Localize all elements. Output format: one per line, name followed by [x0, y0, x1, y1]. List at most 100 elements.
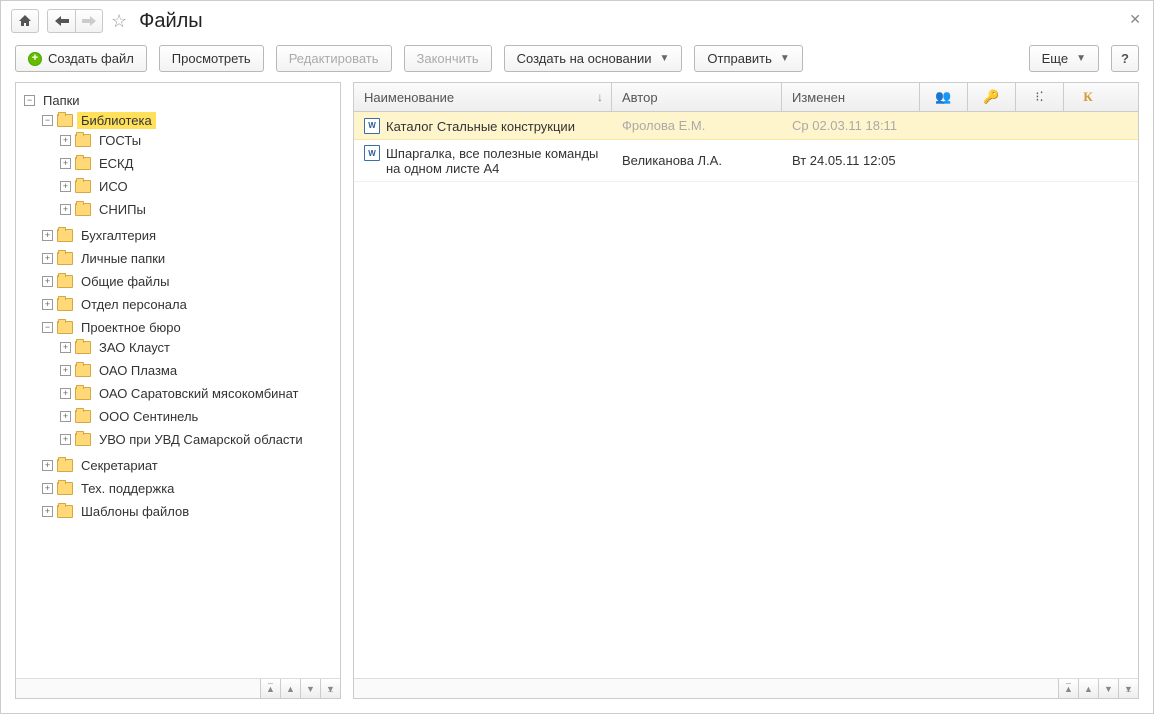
create-file-button[interactable]: + Создать файл	[15, 45, 147, 72]
col-users[interactable]: 👥	[920, 83, 968, 111]
col-author-label: Автор	[622, 90, 658, 105]
tree-item-tech[interactable]: + Тех. поддержка	[42, 480, 336, 497]
view-button[interactable]: Просмотреть	[159, 45, 264, 72]
collapse-icon[interactable]: −	[42, 115, 53, 126]
tree-item-project[interactable]: − Проектное бюро	[42, 319, 336, 336]
tree-footer: ▲─ ▲ ▼ ▼─	[16, 678, 340, 698]
folder-icon	[75, 203, 91, 216]
scroll-bottom-icon[interactable]: ▼─	[1118, 679, 1138, 698]
help-label: ?	[1121, 51, 1129, 66]
scroll-bottom-icon[interactable]: ▼─	[320, 679, 340, 698]
arrow-left-icon	[55, 16, 69, 26]
tree-item-accounting[interactable]: + Бухгалтерия	[42, 227, 336, 244]
col-signed[interactable]: 🔑	[968, 83, 1016, 111]
create-based-on-button[interactable]: Создать на основании ▼	[504, 45, 683, 72]
expand-icon[interactable]: +	[42, 506, 53, 517]
tree-item-eskd[interactable]: + ЕСКД	[60, 155, 336, 172]
tree-item-templates[interactable]: + Шаблоны файлов	[42, 503, 336, 520]
tree-item-gosty[interactable]: + ГОСТы	[60, 132, 336, 149]
file-modified: Ср 02.03.11 18:11	[782, 113, 920, 138]
tree-item-library[interactable]: − Библиотека	[42, 112, 336, 129]
folder-icon	[75, 134, 91, 147]
table-row[interactable]: W Каталог Стальные конструкции Фролова Е…	[354, 112, 1138, 140]
view-label: Просмотреть	[172, 51, 251, 66]
expand-icon[interactable]: +	[60, 411, 71, 422]
edit-button[interactable]: Редактировать	[276, 45, 392, 72]
expand-icon[interactable]: +	[42, 253, 53, 264]
tree-label: Шаблоны файлов	[77, 503, 193, 520]
content-area: − Папки − Библиотека	[1, 82, 1153, 713]
folder-icon	[75, 341, 91, 354]
tree-label: Личные папки	[77, 250, 169, 267]
edit-label: Редактировать	[289, 51, 379, 66]
tree-item-snipy[interactable]: + СНИПы	[60, 201, 336, 218]
users-icon: 👥	[935, 89, 951, 105]
plus-icon: +	[28, 52, 42, 66]
tree-item-oao-sar[interactable]: + ОАО Саратовский мясокомбинат	[60, 385, 336, 402]
col-tree[interactable]: ⁝⁚	[1016, 83, 1064, 111]
col-modified[interactable]: Изменен	[782, 83, 920, 111]
scroll-down-icon[interactable]: ▼	[1098, 679, 1118, 698]
expand-icon[interactable]: +	[60, 181, 71, 192]
help-button[interactable]: ?	[1111, 45, 1139, 72]
file-author: Великанова Л.А.	[612, 148, 782, 173]
folder-icon	[57, 298, 73, 311]
expand-icon[interactable]: +	[60, 342, 71, 353]
home-icon	[18, 14, 32, 28]
back-button[interactable]	[47, 9, 75, 33]
forward-button[interactable]	[75, 9, 103, 33]
tree-item-personal[interactable]: + Личные папки	[42, 250, 336, 267]
tree-item-shared[interactable]: + Общие файлы	[42, 273, 336, 290]
tree-item-sekr[interactable]: + Секретариат	[42, 457, 336, 474]
col-name[interactable]: Наименование	[354, 83, 612, 111]
col-k[interactable]: К	[1064, 83, 1112, 111]
tree-label: Секретариат	[77, 457, 162, 474]
nav-group	[47, 9, 103, 33]
send-button[interactable]: Отправить ▼	[694, 45, 802, 72]
scroll-down-icon[interactable]: ▼	[300, 679, 320, 698]
send-label: Отправить	[707, 51, 771, 66]
table-row[interactable]: W Шпаргалка, все полезные команды на одн…	[354, 140, 1138, 182]
tree-item-ooo-sent[interactable]: + ООО Сентинель	[60, 408, 336, 425]
table-header: Наименование Автор Изменен 👥 🔑 ⁝⁚ К	[354, 83, 1138, 112]
close-icon[interactable]: ✕	[1129, 11, 1141, 28]
collapse-icon[interactable]: −	[42, 322, 53, 333]
col-author[interactable]: Автор	[612, 83, 782, 111]
expand-icon[interactable]: +	[42, 230, 53, 241]
scroll-top-icon[interactable]: ▲─	[260, 679, 280, 698]
tree-item-iso[interactable]: + ИСО	[60, 178, 336, 195]
favorite-star-icon[interactable]: ☆	[111, 11, 127, 32]
more-button[interactable]: Еще ▼	[1029, 45, 1099, 72]
expand-icon[interactable]: +	[42, 460, 53, 471]
tree-item-hr[interactable]: + Отдел персонала	[42, 296, 336, 313]
table-body[interactable]: W Каталог Стальные конструкции Фролова Е…	[354, 112, 1138, 678]
expand-icon[interactable]: +	[60, 135, 71, 146]
expand-icon[interactable]: +	[42, 483, 53, 494]
collapse-icon[interactable]: −	[24, 95, 35, 106]
tree-item-oao-plazma[interactable]: + ОАО Плазма	[60, 362, 336, 379]
folder-icon	[57, 482, 73, 495]
titlebar: ☆ Файлы ✕	[1, 1, 1153, 41]
tree-label: Общие файлы	[77, 273, 173, 290]
scroll-top-icon[interactable]: ▲─	[1058, 679, 1078, 698]
expand-icon[interactable]: +	[60, 365, 71, 376]
expand-icon[interactable]: +	[42, 299, 53, 310]
expand-icon[interactable]: +	[60, 434, 71, 445]
folder-icon	[75, 387, 91, 400]
tree-item-uvo[interactable]: + УВО при УВД Самарской области	[60, 431, 336, 448]
folders-tree[interactable]: − Папки − Библиотека	[16, 83, 340, 678]
expand-icon[interactable]: +	[60, 388, 71, 399]
tree-root[interactable]: − Папки	[24, 92, 336, 109]
finish-button[interactable]: Закончить	[404, 45, 492, 72]
folder-icon	[57, 114, 73, 127]
home-button[interactable]	[11, 9, 39, 33]
scroll-up-icon[interactable]: ▲	[280, 679, 300, 698]
expand-icon[interactable]: +	[60, 158, 71, 169]
folder-icon	[75, 180, 91, 193]
tree-item-zao[interactable]: + ЗАО Клауст	[60, 339, 336, 356]
expand-icon[interactable]: +	[60, 204, 71, 215]
expand-icon[interactable]: +	[42, 276, 53, 287]
folder-icon	[57, 321, 73, 334]
scroll-up-icon[interactable]: ▲	[1078, 679, 1098, 698]
more-label: Еще	[1042, 51, 1068, 66]
